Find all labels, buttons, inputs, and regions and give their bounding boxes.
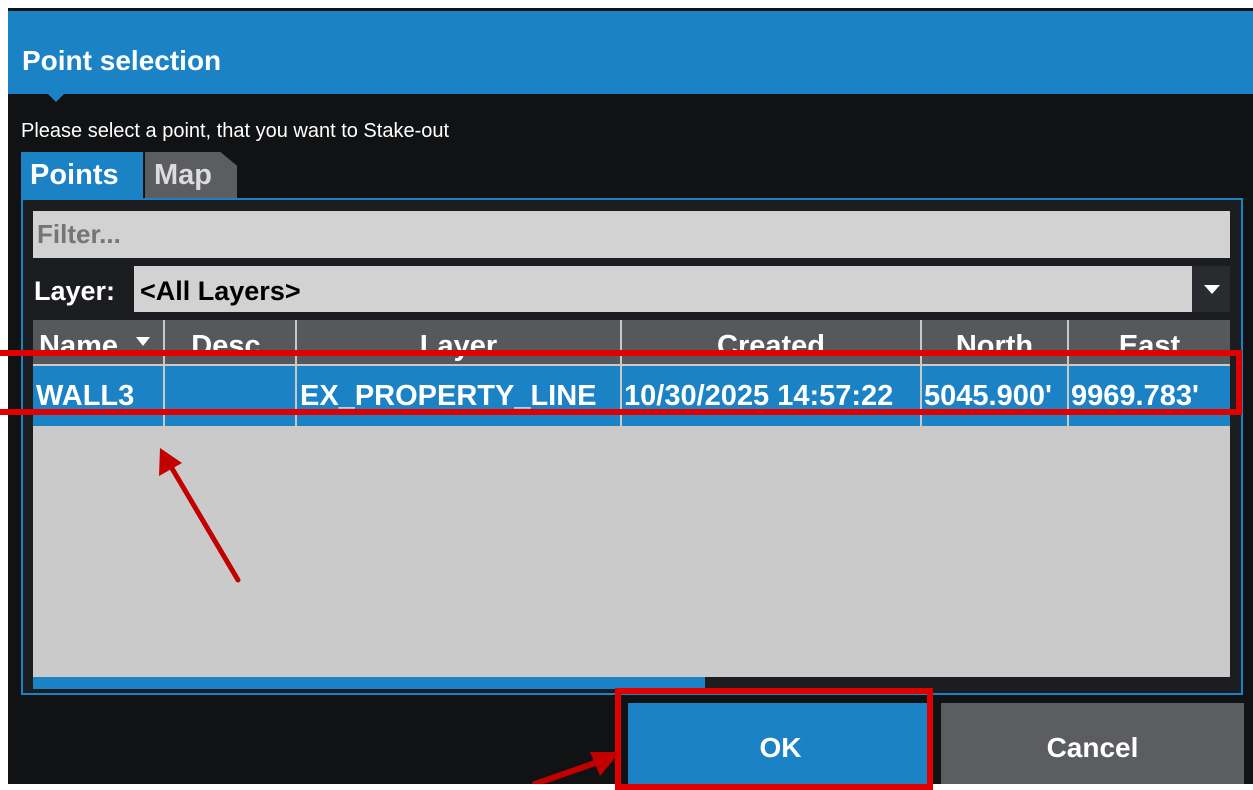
ok-highlight-box xyxy=(615,688,933,790)
chevron-down-icon[interactable] xyxy=(1192,266,1230,312)
layer-label: Layer: xyxy=(34,276,116,306)
layer-select-value: <All Layers> xyxy=(140,276,301,306)
title-notch xyxy=(46,92,66,102)
scrollbar-thumb[interactable] xyxy=(33,677,705,689)
title-bar: Point selection xyxy=(8,11,1253,94)
filter-input[interactable] xyxy=(33,211,1230,258)
row-highlight-box xyxy=(0,350,1242,415)
tab-points[interactable]: Points xyxy=(21,152,143,198)
layer-select[interactable]: <All Layers> xyxy=(134,266,1230,312)
sort-descending-icon xyxy=(136,337,150,346)
tab-map[interactable]: Map xyxy=(145,152,237,198)
cancel-button[interactable]: Cancel xyxy=(941,703,1244,784)
dialog-title: Point selection xyxy=(22,45,222,76)
instruction-text: Please select a point, that you want to … xyxy=(21,120,450,142)
